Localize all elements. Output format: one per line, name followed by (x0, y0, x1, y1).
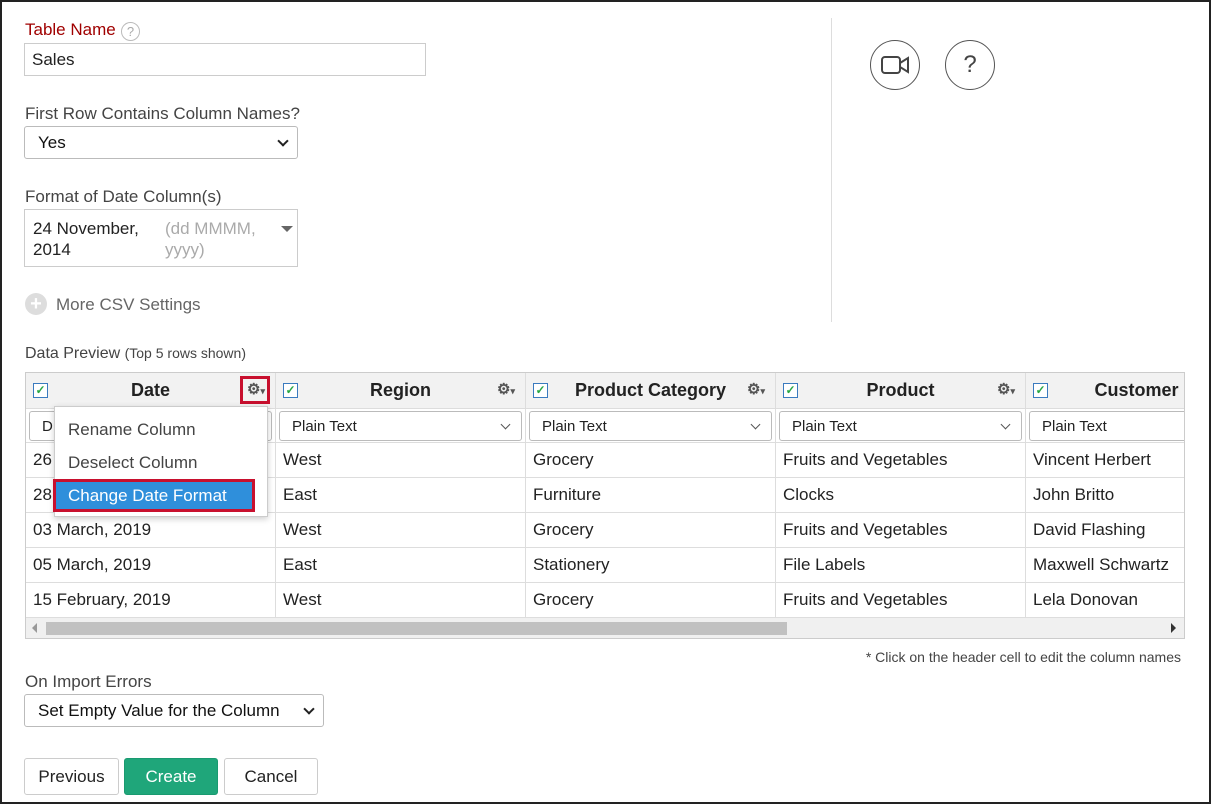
table-cell: Fruits and Vegetables (776, 583, 1025, 618)
previous-button[interactable]: Previous (24, 758, 119, 795)
column-name[interactable]: Customer Na (1094, 380, 1184, 401)
column-type-select[interactable]: Plain Text (279, 411, 522, 441)
menu-item-rename-column[interactable]: Rename Column (55, 413, 267, 446)
date-format-value-2: 2014 (33, 240, 71, 259)
column-header[interactable]: ✓Customer Na⚙▾ (1026, 373, 1184, 409)
table-cell: John Britto (1026, 478, 1184, 513)
import-errors-select[interactable]: Set Empty Value for the Column (24, 694, 324, 727)
column-header[interactable]: ✓ Region ⚙▾ (276, 373, 525, 409)
column-type-value: Plain Text (1042, 417, 1107, 435)
table-cell: Maxwell Schwartz (1026, 548, 1184, 583)
table-cell: 15 February, 2019 (26, 583, 275, 618)
column-3: ✓ Product ⚙▾ Plain Text Fruits and Vegetabl… (776, 373, 1026, 618)
table-cell: Grocery (526, 583, 775, 618)
column-1: ✓ Region ⚙▾ Plain Text West East West East West (276, 373, 526, 618)
table-cell: West (276, 513, 525, 548)
column-header[interactable]: ✓ Product ⚙▾ (776, 373, 1025, 409)
column-checkbox[interactable]: ✓ (1033, 383, 1048, 398)
table-cell: File Labels (776, 548, 1025, 583)
menu-item-deselect-column[interactable]: Deselect Column (55, 446, 267, 479)
table-cell: Grocery (526, 513, 775, 548)
date-format-hint-2: yyyy) (165, 240, 205, 259)
plus-circle-icon[interactable]: + (25, 293, 47, 315)
column-name[interactable]: Date (131, 380, 170, 401)
first-row-select[interactable]: Yes (24, 126, 298, 159)
more-csv-settings-link[interactable]: More CSV Settings (56, 295, 201, 315)
data-preview-subtitle: (Top 5 rows shown) (124, 345, 246, 361)
video-camera-icon (881, 56, 909, 74)
video-button[interactable] (870, 40, 920, 90)
column-menu: Rename Column Deselect Column Change Dat… (53, 406, 268, 517)
date-format-select[interactable]: 24 November, 2014 (dd MMMM, yyyy) (24, 209, 298, 267)
column-header[interactable]: ✓ Product Category ⚙▾ (526, 373, 775, 409)
date-format-label: Format of Date Column(s) (25, 187, 222, 206)
first-row-label: First Row Contains Column Names? (25, 104, 300, 123)
help-button[interactable]: ? (945, 40, 995, 90)
table-cell: 03 March, 2019 (26, 513, 275, 548)
column-type-value: Plain Text (792, 417, 857, 435)
table-name-label: Table Name (25, 20, 116, 39)
table-name-input[interactable]: Sales (24, 43, 426, 76)
column-name[interactable]: Product Category (575, 380, 726, 401)
column-2: ✓ Product Category ⚙▾ Plain Text Grocery Fur… (526, 373, 776, 618)
scroll-right-icon[interactable] (1171, 623, 1176, 633)
column-checkbox[interactable]: ✓ (33, 383, 48, 398)
column-type-select[interactable]: Plain Text (529, 411, 772, 441)
column-type-select[interactable]: Plain Text (1029, 411, 1184, 441)
chevron-down-icon (750, 419, 761, 429)
column-4: ✓Customer Na⚙▾ Plain TextVincent Herbert… (1026, 373, 1184, 618)
divider (831, 18, 832, 322)
date-format-hint: (dd MMMM, (165, 219, 256, 238)
chevron-down-icon (500, 419, 511, 429)
column-type-value: Plain Text (292, 417, 357, 435)
table-cell: Clocks (776, 478, 1025, 513)
table-cell: Lela Donovan (1026, 583, 1184, 618)
column-checkbox[interactable]: ✓ (283, 383, 298, 398)
data-preview-title: Data Preview (Top 5 rows shown) (25, 345, 246, 363)
column-header[interactable]: ✓ Date ⚙▾ (26, 373, 275, 409)
column-type-select[interactable]: Plain Text (779, 411, 1022, 441)
table-cell: David Flashing (1026, 513, 1184, 548)
chevron-down-icon (277, 134, 289, 147)
create-button[interactable]: Create (124, 758, 218, 795)
table-cell: Vincent Herbert (1026, 443, 1184, 478)
first-row-value: Yes (38, 132, 66, 152)
gear-icon[interactable]: ⚙▾ (997, 380, 1015, 398)
column-type-value: Plain Text (542, 417, 607, 435)
help-icon[interactable]: ? (121, 22, 140, 41)
column-name[interactable]: Region (370, 380, 431, 401)
gear-highlight (240, 376, 270, 404)
import-errors-value: Set Empty Value for the Column (38, 700, 280, 720)
scroll-left-icon[interactable] (32, 623, 37, 633)
scrollbar-thumb[interactable] (46, 622, 787, 635)
table-cell: Grocery (526, 443, 775, 478)
menu-item-change-date-format[interactable]: Change Date Format (53, 479, 255, 512)
import-errors-label: On Import Errors (25, 672, 152, 691)
table-cell: East (276, 548, 525, 583)
table-cell: East (276, 478, 525, 513)
column-name[interactable]: Product (866, 380, 934, 401)
chevron-down-icon (1000, 419, 1011, 429)
caret-down-icon (281, 226, 293, 232)
table-cell: Stationery (526, 548, 775, 583)
date-format-value: 24 November, (33, 219, 139, 238)
cancel-button[interactable]: Cancel (224, 758, 318, 795)
data-preview-label: Data Preview (25, 345, 121, 362)
gear-icon[interactable]: ⚙▾ (747, 380, 765, 398)
table-cell: Fruits and Vegetables (776, 513, 1025, 548)
column-checkbox[interactable]: ✓ (783, 383, 798, 398)
table-cell: Fruits and Vegetables (776, 443, 1025, 478)
table-cell: 05 March, 2019 (26, 548, 275, 583)
chevron-down-icon (303, 702, 315, 715)
table-cell: Furniture (526, 478, 775, 513)
table-cell: West (276, 443, 525, 478)
gear-icon[interactable]: ⚙▾ (497, 380, 515, 398)
column-type-value: D (42, 417, 53, 435)
edit-column-note: * Click on the header cell to edit the c… (865, 649, 1181, 665)
horizontal-scrollbar[interactable] (26, 617, 1184, 638)
column-checkbox[interactable]: ✓ (533, 383, 548, 398)
table-cell: West (276, 583, 525, 618)
